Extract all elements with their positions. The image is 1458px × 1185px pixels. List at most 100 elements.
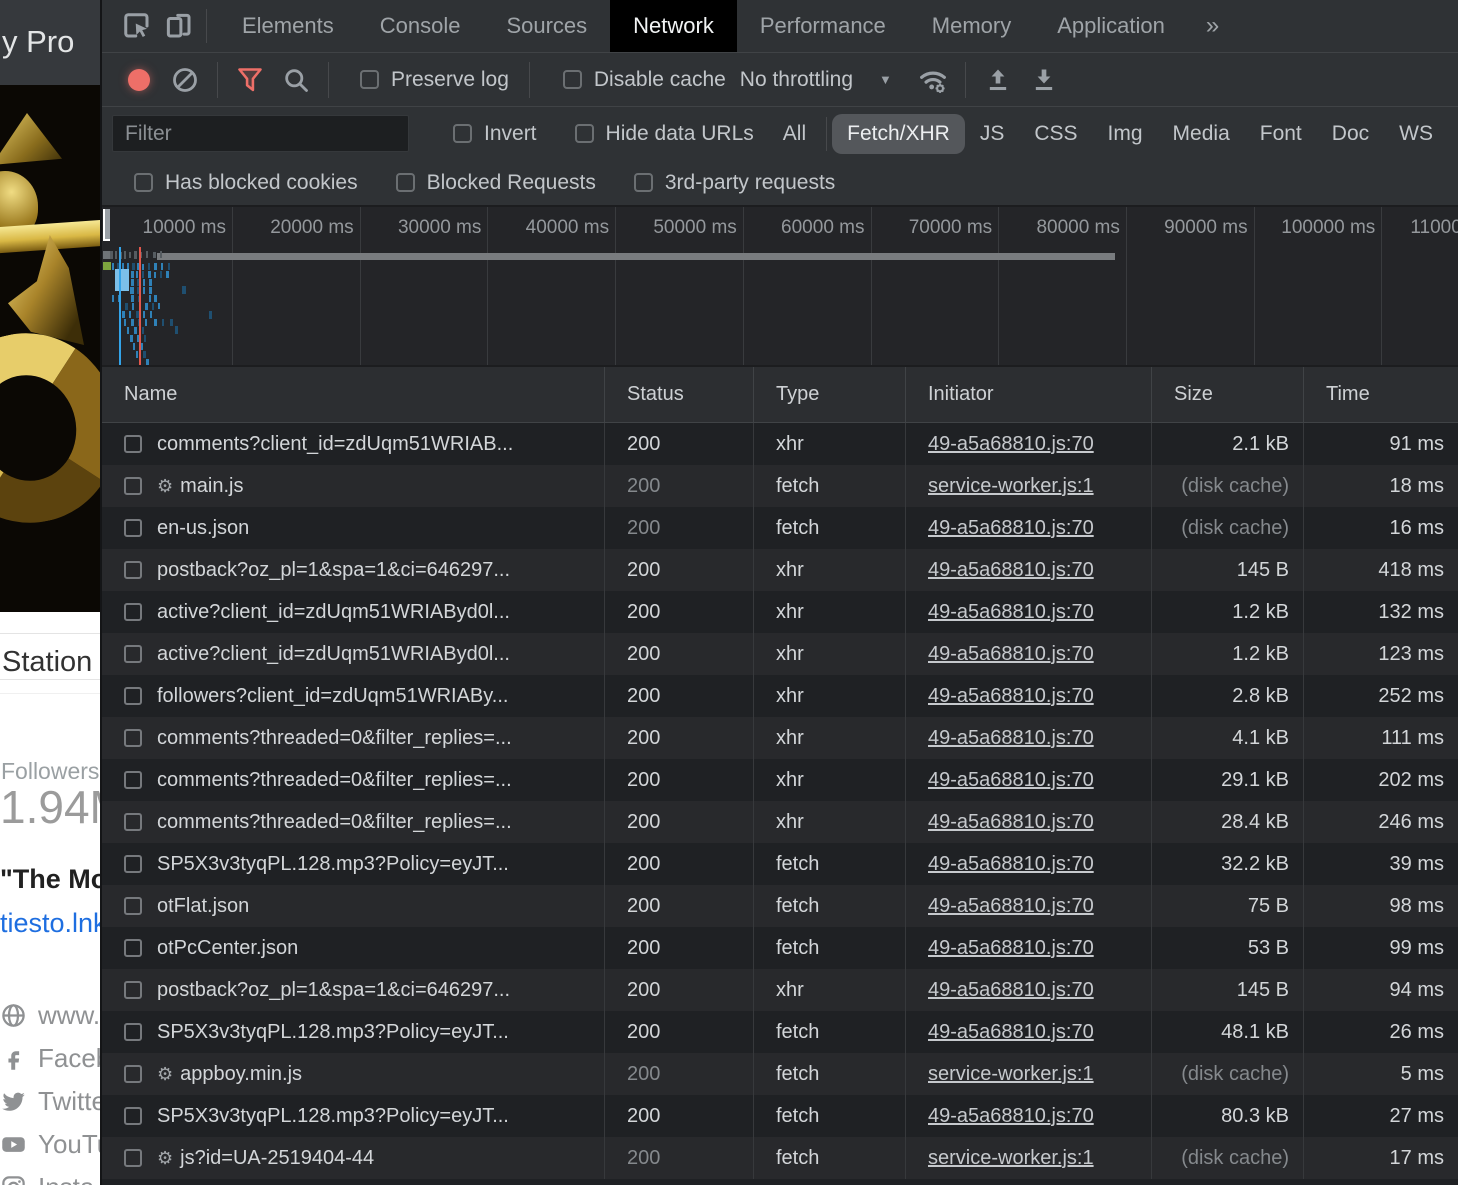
- filter-input[interactable]: [112, 115, 409, 152]
- column-header-status[interactable]: Status: [605, 367, 754, 422]
- record-network-log-button[interactable]: [116, 60, 162, 100]
- throttling-select[interactable]: No throttling ▼: [740, 68, 892, 92]
- request-row[interactable]: ⚙appboy.min.js200fetchservice-worker.js:…: [102, 1053, 1458, 1095]
- checkbox[interactable]: [134, 173, 153, 192]
- blocked-requests-checkbox[interactable]: Blocked Requests: [384, 171, 596, 195]
- has-blocked-cookies-checkbox[interactable]: Has blocked cookies: [122, 171, 358, 195]
- initiator-link[interactable]: 49-a5a68810.js:70: [928, 937, 1094, 960]
- tab-elements[interactable]: Elements: [219, 0, 357, 52]
- social-link-globe[interactable]: www.: [0, 994, 100, 1037]
- initiator-link[interactable]: 49-a5a68810.js:70: [928, 685, 1094, 708]
- initiator-link[interactable]: 49-a5a68810.js:70: [928, 559, 1094, 582]
- tab-console[interactable]: Console: [357, 0, 484, 52]
- request-row[interactable]: otPcCenter.json200fetch49-a5a68810.js:70…: [102, 927, 1458, 969]
- initiator-link[interactable]: 49-a5a68810.js:70: [928, 433, 1094, 456]
- network-conditions-icon[interactable]: [910, 60, 956, 100]
- checkbox[interactable]: [453, 124, 472, 143]
- filter-chip-wasm[interactable]: Wasm: [1448, 114, 1458, 154]
- tab-performance[interactable]: Performance: [737, 0, 909, 52]
- checkbox[interactable]: [563, 70, 582, 89]
- request-row[interactable]: SP5X3v3tyqPL.128.mp3?Policy=eyJT...200fe…: [102, 1095, 1458, 1137]
- request-row[interactable]: postback?oz_pl=1&spa=1&ci=646297...200xh…: [102, 969, 1458, 1011]
- row-checkbox[interactable]: [124, 855, 142, 873]
- initiator-link[interactable]: service-worker.js:1: [928, 1063, 1094, 1086]
- filter-chip-fetchxhr[interactable]: Fetch/XHR: [832, 114, 965, 154]
- initiator-link[interactable]: 49-a5a68810.js:70: [928, 895, 1094, 918]
- tab-application[interactable]: Application: [1034, 0, 1188, 52]
- initiator-link[interactable]: 49-a5a68810.js:70: [928, 979, 1094, 1002]
- more-tabs-button[interactable]: »: [1188, 0, 1237, 52]
- initiator-link[interactable]: 49-a5a68810.js:70: [928, 601, 1094, 624]
- initiator-link[interactable]: 49-a5a68810.js:70: [928, 1105, 1094, 1128]
- network-overview-timeline[interactable]: 10000 ms20000 ms30000 ms40000 ms50000 ms…: [102, 207, 1458, 367]
- hide-data-urls-checkbox[interactable]: Hide data URLs: [563, 122, 754, 146]
- column-header-time[interactable]: Time: [1304, 367, 1458, 422]
- initiator-link[interactable]: 49-a5a68810.js:70: [928, 853, 1094, 876]
- initiator-link[interactable]: service-worker.js:1: [928, 475, 1094, 498]
- checkbox[interactable]: [360, 70, 379, 89]
- filter-chip-doc[interactable]: Doc: [1317, 114, 1384, 154]
- row-checkbox[interactable]: [124, 561, 142, 579]
- column-header-name[interactable]: Name: [102, 367, 605, 422]
- initiator-link[interactable]: 49-a5a68810.js:70: [928, 517, 1094, 540]
- clear-network-log-icon[interactable]: [162, 60, 208, 100]
- request-row[interactable]: comments?threaded=0&filter_replies=...20…: [102, 801, 1458, 843]
- device-toolbar-icon[interactable]: [158, 7, 200, 45]
- tab-memory[interactable]: Memory: [909, 0, 1034, 52]
- column-header-type[interactable]: Type: [754, 367, 906, 422]
- request-row[interactable]: otFlat.json200fetch49-a5a68810.js:7075 B…: [102, 885, 1458, 927]
- initiator-link[interactable]: 49-a5a68810.js:70: [928, 643, 1094, 666]
- request-row[interactable]: active?client_id=zdUqm51WRIAByd0l...200x…: [102, 591, 1458, 633]
- row-checkbox[interactable]: [124, 687, 142, 705]
- invert-checkbox[interactable]: Invert: [441, 122, 537, 146]
- row-checkbox[interactable]: [124, 1065, 142, 1083]
- row-checkbox[interactable]: [124, 1023, 142, 1041]
- checkbox[interactable]: [396, 173, 415, 192]
- preserve-log-checkbox[interactable]: Preserve log: [348, 68, 509, 92]
- timeline-scrub-handle[interactable]: [103, 209, 110, 241]
- filter-icon[interactable]: [227, 60, 273, 100]
- column-header-initiator[interactable]: Initiator: [906, 367, 1152, 422]
- request-row[interactable]: SP5X3v3tyqPL.128.mp3?Policy=eyJT...200fe…: [102, 843, 1458, 885]
- initiator-link[interactable]: 49-a5a68810.js:70: [928, 811, 1094, 834]
- initiator-link[interactable]: service-worker.js:1: [928, 1147, 1094, 1170]
- tab-station[interactable]: Station: [2, 646, 92, 679]
- import-har-icon[interactable]: [975, 60, 1021, 100]
- 3rd-party-requests-checkbox[interactable]: 3rd-party requests: [622, 171, 835, 195]
- row-checkbox[interactable]: [124, 1149, 142, 1167]
- social-link-instagram[interactable]: Insta: [0, 1166, 100, 1185]
- request-row[interactable]: comments?client_id=zdUqm51WRIAB...200xhr…: [102, 423, 1458, 465]
- initiator-link[interactable]: 49-a5a68810.js:70: [928, 769, 1094, 792]
- social-link-facebook[interactable]: Faceb: [0, 1037, 100, 1080]
- row-checkbox[interactable]: [124, 519, 142, 537]
- row-checkbox[interactable]: [124, 771, 142, 789]
- request-row[interactable]: SP5X3v3tyqPL.128.mp3?Policy=eyJT...200fe…: [102, 1011, 1458, 1053]
- initiator-link[interactable]: 49-a5a68810.js:70: [928, 1021, 1094, 1044]
- filter-chip-css[interactable]: CSS: [1019, 114, 1092, 154]
- search-icon[interactable]: [273, 60, 319, 100]
- row-checkbox[interactable]: [124, 1107, 142, 1125]
- social-link-youtube[interactable]: YouTu: [0, 1123, 100, 1166]
- request-row[interactable]: active?client_id=zdUqm51WRIAByd0l...200x…: [102, 633, 1458, 675]
- disable-cache-checkbox[interactable]: Disable cache: [551, 68, 726, 92]
- filter-chip-media[interactable]: Media: [1158, 114, 1245, 154]
- tab-network[interactable]: Network: [610, 0, 737, 52]
- row-checkbox[interactable]: [124, 435, 142, 453]
- row-checkbox[interactable]: [124, 645, 142, 663]
- checkbox[interactable]: [575, 124, 594, 143]
- filter-chip-font[interactable]: Font: [1245, 114, 1317, 154]
- row-checkbox[interactable]: [124, 477, 142, 495]
- checkbox[interactable]: [634, 173, 653, 192]
- row-checkbox[interactable]: [124, 939, 142, 957]
- bio-link[interactable]: tiesto.lnk: [0, 908, 100, 939]
- request-row[interactable]: comments?threaded=0&filter_replies=...20…: [102, 717, 1458, 759]
- row-checkbox[interactable]: [124, 813, 142, 831]
- row-checkbox[interactable]: [124, 729, 142, 747]
- filter-chip-ws[interactable]: WS: [1384, 114, 1448, 154]
- row-checkbox[interactable]: [124, 603, 142, 621]
- request-row[interactable]: followers?client_id=zdUqm51WRIABy...200x…: [102, 675, 1458, 717]
- filter-chip-js[interactable]: JS: [965, 114, 1020, 154]
- social-link-twitter[interactable]: Twitte: [0, 1080, 100, 1123]
- request-row[interactable]: ⚙main.js200fetchservice-worker.js:1(disk…: [102, 465, 1458, 507]
- row-checkbox[interactable]: [124, 897, 142, 915]
